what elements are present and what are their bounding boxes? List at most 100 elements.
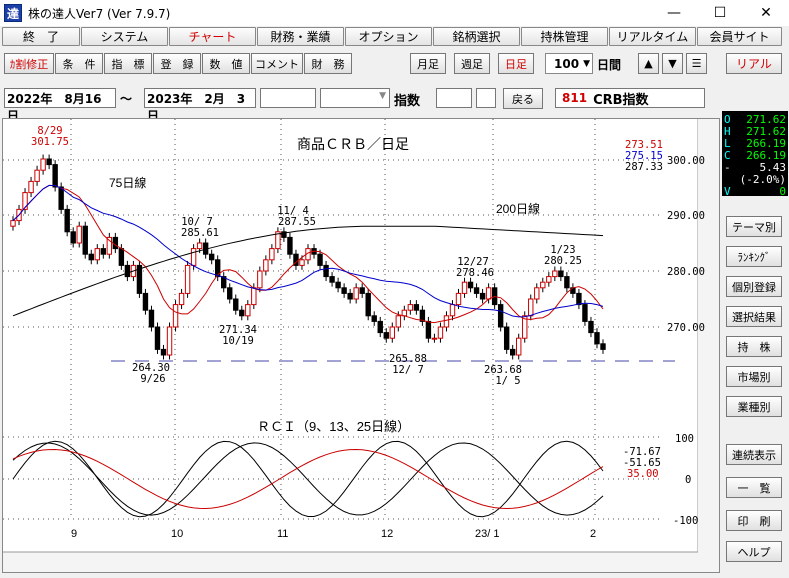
candle-body <box>257 270 263 289</box>
menu-system[interactable]: システム <box>81 27 168 46</box>
candle-body <box>509 348 516 356</box>
index-label: 指数 <box>394 94 421 109</box>
candle-body <box>600 343 606 350</box>
register-button[interactable]: 登 録 <box>153 53 201 74</box>
chart-title: 商品ＣＲＢ／日足 <box>297 136 409 152</box>
volume-label: V <box>724 185 731 198</box>
minimize-button[interactable]: — <box>651 0 697 26</box>
split-adjust-button[interactable]: ｶ割修正 <box>4 53 54 74</box>
menu-list-button[interactable]: ☰ <box>686 53 707 74</box>
sidebar-print[interactable]: 印 刷 <box>726 510 782 531</box>
menu-chart[interactable]: チャート <box>169 27 256 46</box>
ma200-label: 200日線 <box>496 201 540 216</box>
candle-body <box>473 287 480 294</box>
values-button[interactable]: 数 値 <box>202 53 250 74</box>
candle-body <box>383 332 389 339</box>
sidebar-selection-results[interactable]: 選択結果 <box>726 306 782 327</box>
sidebar-holdings[interactable]: 持 株 <box>726 336 782 357</box>
candle-body <box>124 264 131 278</box>
menu-exit[interactable]: 終 了 <box>2 27 80 46</box>
conditions-button[interactable]: 条 件 <box>55 53 103 74</box>
candle-body <box>449 304 456 317</box>
y-tick-270: 270.00 <box>667 322 705 334</box>
index-select[interactable]: ▼ <box>320 88 390 108</box>
comment-button[interactable]: コメント <box>251 53 303 74</box>
menu-bar: 終 了 システム チャート 財務・業績 オプション 銘柄選択 持株管理 リアルタ… <box>0 27 789 47</box>
y-tick-280: 280.00 <box>667 266 705 278</box>
sidebar-ranking[interactable]: ﾗﾝｷﾝｸﾞ <box>726 246 782 267</box>
scroll-up-button[interactable]: ▲ <box>638 53 659 74</box>
candle-body <box>70 231 76 244</box>
date-from-field[interactable]: 2022年 8月16日 <box>4 88 116 123</box>
date-to-field[interactable]: 2023年 2月 3日 <box>144 88 256 123</box>
sidebar-list[interactable]: 一 覧 <box>726 477 782 498</box>
weekly-button[interactable]: 週足 <box>454 53 490 74</box>
indicators-button[interactable]: 指 標 <box>104 53 152 74</box>
candle-body <box>479 292 486 300</box>
daily-button[interactable]: 日足 <box>498 53 534 74</box>
period-count-select[interactable]: 100 ▼ <box>545 53 593 74</box>
candle-body <box>263 259 269 272</box>
candle-body <box>112 236 119 250</box>
candle-body <box>233 298 239 311</box>
candle-body <box>407 304 414 311</box>
x-tick-9: 9 <box>71 528 77 540</box>
candle-body <box>558 270 564 278</box>
annotation-value: 280.25 <box>544 255 582 267</box>
y-tick-290: 290.00 <box>667 210 705 222</box>
maximize-button[interactable]: ☐ <box>697 0 743 26</box>
annotation-value: 287.55 <box>278 216 316 228</box>
x-tick-10: 10 <box>171 528 183 540</box>
candle-body <box>118 248 125 266</box>
menu-member-site[interactable]: 会員サイト <box>697 27 782 46</box>
ticker-field[interactable]: 811 CRB指数 <box>555 88 705 108</box>
candle-body <box>401 309 408 317</box>
candle-body <box>377 320 383 334</box>
sidebar-theme[interactable]: テーマ別 <box>726 216 782 237</box>
financials-button[interactable]: 財 務 <box>304 53 352 74</box>
candle-body <box>239 309 245 317</box>
x-tick-12: 12 <box>381 528 393 540</box>
candle-body <box>395 315 402 328</box>
sidebar-by-industry[interactable]: 業種別 <box>726 396 782 417</box>
back-button[interactable]: 戻る <box>503 88 543 109</box>
candle-body <box>160 348 167 356</box>
close-button[interactable]: ✕ <box>743 0 789 26</box>
chevron-down-icon: ▼ <box>583 58 590 69</box>
menu-realtime[interactable]: リアルタイム <box>609 27 696 46</box>
candle-body <box>425 320 432 339</box>
candle-body <box>413 304 420 311</box>
candle-body <box>329 276 335 283</box>
sidebar-individual-register[interactable]: 個別登録 <box>726 276 782 297</box>
sidebar-by-market[interactable]: 市場別 <box>726 366 782 387</box>
candle-body <box>154 326 161 350</box>
scroll-down-button[interactable]: ▼ <box>662 53 683 74</box>
realtime-button[interactable]: リアル <box>726 53 782 74</box>
menu-holdings[interactable]: 持株管理 <box>521 27 608 46</box>
rci-title: ＲＣＩ（9、13、25日線） <box>257 419 410 434</box>
period-count-value: 100 <box>554 56 580 71</box>
menu-options[interactable]: オプション <box>345 27 432 46</box>
ma75-label: 75日線 <box>109 175 146 190</box>
date-bar: 2022年 8月16日 ～ 2023年 2月 3日 ▼ 指数 戻る 811 CR… <box>0 88 715 123</box>
candle-body <box>546 276 552 283</box>
candle-body <box>82 225 88 255</box>
sidebar-help[interactable]: ヘルプ <box>726 541 782 562</box>
window-title: 株の達人Ver7 (Ver 7.9.7) <box>28 6 171 21</box>
candle-body <box>94 248 100 261</box>
annotation-date: 10/19 <box>222 335 254 347</box>
quote-panel: O 271.62 H 271.62 L 266.19 C 266.19 -5.43 (-… <box>722 111 788 198</box>
rci-tick-minus100: -100 <box>673 515 698 527</box>
candle-body <box>335 281 341 289</box>
candle-body <box>389 326 395 339</box>
monthly-button[interactable]: 月足 <box>410 53 446 74</box>
candle-body <box>594 332 600 345</box>
menu-stock-select[interactable]: 銘柄選択 <box>433 27 520 46</box>
y-tick-300: 300.00 <box>667 155 705 167</box>
chart-area[interactable]: 商品ＣＲＢ／日足 75日線 200日線 273.51 275.15 287.33… <box>2 118 720 573</box>
candle-body <box>10 220 16 227</box>
sidebar-continuous[interactable]: 連続表示 <box>726 444 782 465</box>
menu-finance[interactable]: 財務・業績 <box>257 27 344 46</box>
candle-body <box>178 292 185 306</box>
candle-body <box>100 248 107 255</box>
